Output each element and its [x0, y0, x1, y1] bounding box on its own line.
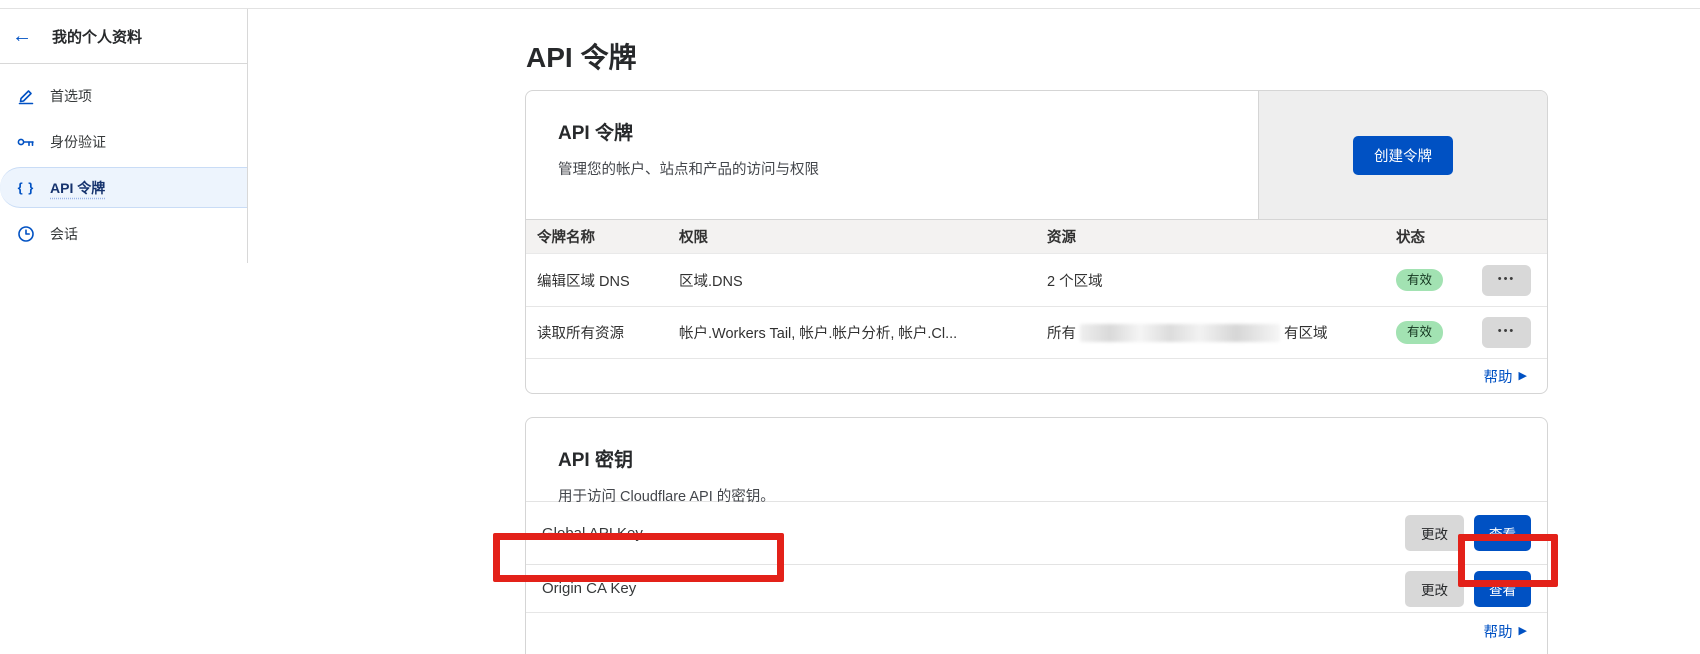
- column-header-permissions: 权限: [679, 226, 1047, 247]
- token-name: 编辑区域 DNS: [537, 270, 679, 291]
- triangle-right-icon: ▶: [1519, 371, 1527, 382]
- sidebar-nav: 首选项 身份验证 { } API 令牌: [0, 64, 247, 254]
- token-row-edit-zone-dns: 编辑区域 DNS 区域.DNS 2 个区域 有效 •••: [526, 254, 1547, 306]
- sidebar-header: ← 我的个人资料: [0, 9, 247, 64]
- token-name: 读取所有资源: [537, 322, 679, 343]
- sidebar-item-label: 身份验证: [50, 132, 106, 152]
- keys-card-footer: 帮助 ▶: [526, 612, 1547, 642]
- tokens-table-header: 令牌名称 权限 资源 状态: [526, 219, 1547, 254]
- token-resources: 2 个区域: [1047, 270, 1396, 291]
- api-keys-card: API 密钥 用于访问 Cloudflare API 的密钥。 Global A…: [525, 417, 1548, 654]
- page-title: API 令牌: [526, 36, 636, 76]
- key-name: Global API Key: [542, 525, 643, 542]
- token-row-read-all-resources: 读取所有资源 帐户.Workers Tail, 帐户.帐户分析, 帐户.Cl..…: [526, 306, 1547, 358]
- global-api-key-row: Global API Key 更改 查看: [526, 501, 1547, 564]
- column-header-resources: 资源: [1047, 226, 1396, 247]
- token-permissions: 区域.DNS: [679, 270, 1047, 291]
- sidebar-item-label: 会话: [50, 224, 78, 244]
- token-resources: 所有 有区域: [1047, 322, 1396, 343]
- sidebar-item-label: 首选项: [50, 86, 92, 106]
- tokens-card-footer: 帮助 ▶: [526, 358, 1547, 393]
- api-tokens-card: API 令牌 管理您的帐户、站点和产品的访问与权限 创建令牌 令牌名称 权限 资…: [525, 90, 1548, 394]
- api-keys-card-title: API 密钥: [558, 445, 1547, 472]
- resources-suffix: 有区域: [1284, 322, 1328, 343]
- column-header-status: 状态: [1396, 226, 1547, 247]
- clock-icon: [15, 225, 37, 243]
- sidebar-item-sessions[interactable]: 会话: [0, 213, 247, 254]
- profile-sidebar: ← 我的个人资料 首选项: [0, 9, 248, 263]
- help-link-label: 帮助: [1484, 621, 1513, 642]
- more-options-button[interactable]: •••: [1482, 317, 1531, 348]
- keys-help-link[interactable]: 帮助 ▶: [1484, 621, 1527, 642]
- sidebar-item-preferences[interactable]: 首选项: [0, 75, 247, 116]
- view-key-button[interactable]: 查看: [1474, 515, 1531, 551]
- sidebar-item-authentication[interactable]: 身份验证: [0, 121, 247, 162]
- tokens-help-link[interactable]: 帮助 ▶: [1484, 366, 1527, 387]
- api-tokens-card-description: 管理您的帐户、站点和产品的访问与权限: [558, 158, 1258, 179]
- sidebar-title: 我的个人资料: [52, 26, 142, 47]
- back-arrow-icon[interactable]: ←: [12, 26, 32, 46]
- braces-icon: { }: [15, 180, 37, 195]
- resources-prefix: 所有: [1047, 322, 1076, 343]
- column-header-token-name: 令牌名称: [537, 226, 679, 247]
- pencil-icon: [15, 87, 37, 105]
- create-token-panel: 创建令牌: [1258, 91, 1547, 219]
- sidebar-item-api-tokens[interactable]: { } API 令牌: [0, 167, 247, 208]
- status-badge: 有效: [1396, 269, 1443, 291]
- status-badge: 有效: [1396, 321, 1443, 343]
- change-key-button[interactable]: 更改: [1405, 515, 1464, 551]
- key-name: Origin CA Key: [542, 580, 636, 597]
- api-tokens-card-header: API 令牌 管理您的帐户、站点和产品的访问与权限 创建令牌: [526, 91, 1547, 219]
- token-permissions: 帐户.Workers Tail, 帐户.帐户分析, 帐户.Cl...: [679, 322, 1047, 343]
- redacted-account-name: [1080, 324, 1280, 342]
- api-tokens-card-title: API 令牌: [558, 118, 1258, 145]
- top-border: [0, 0, 1700, 9]
- triangle-right-icon: ▶: [1519, 626, 1527, 637]
- create-token-button[interactable]: 创建令牌: [1353, 136, 1453, 175]
- profile-api-tokens-screen: ← 我的个人资料 首选项: [0, 0, 1700, 654]
- key-icon: [15, 133, 37, 151]
- help-link-label: 帮助: [1484, 366, 1513, 387]
- change-key-button[interactable]: 更改: [1405, 571, 1464, 607]
- more-options-button[interactable]: •••: [1482, 265, 1531, 296]
- view-key-button[interactable]: 查看: [1474, 571, 1531, 607]
- origin-ca-key-row: Origin CA Key 更改 查看: [526, 564, 1547, 612]
- sidebar-item-label: API 令牌: [50, 178, 105, 198]
